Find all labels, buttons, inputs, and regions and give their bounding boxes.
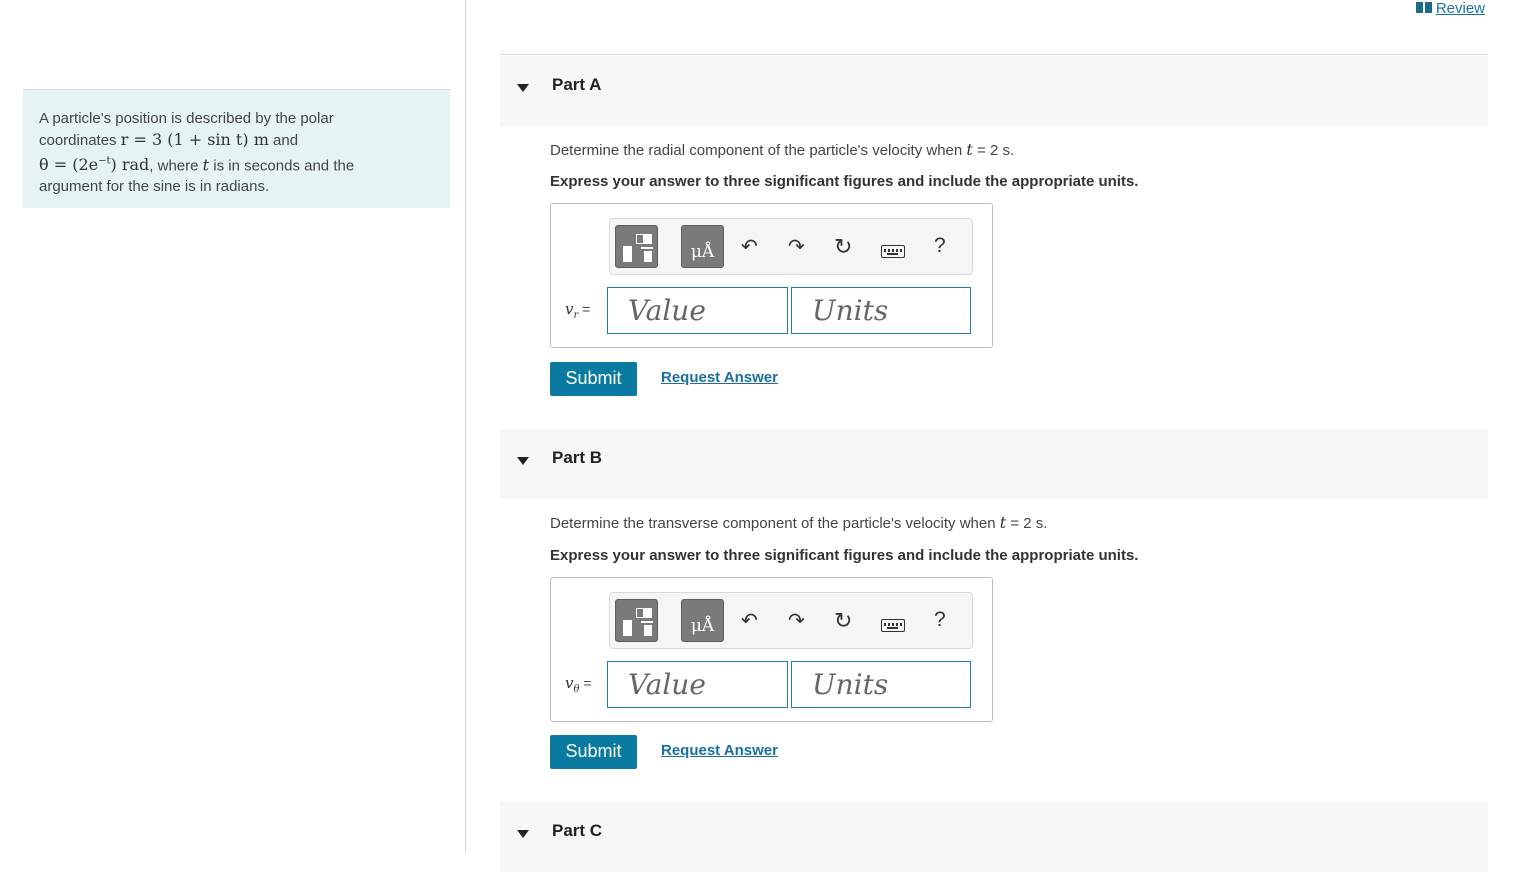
part-a-answer-box: μÅ ↶ ↷ ↻ ? vr = Value Units [550, 203, 993, 348]
column-divider [465, 0, 466, 852]
part-b-submit-button[interactable]: Submit [550, 735, 637, 769]
part-a-variable-label: vr = [565, 300, 591, 321]
part-a-value-input[interactable]: Value [607, 287, 788, 334]
part-c-title: Part C [552, 821, 603, 840]
part-b-header[interactable]: Part B [500, 429, 1488, 499]
units-icon[interactable]: μÅ [681, 599, 724, 642]
problem-line-2-pre: coordinates [39, 132, 121, 149]
help-icon[interactable]: ? [934, 234, 946, 258]
collapse-triangle-icon[interactable] [517, 830, 529, 838]
part-a-title: Part A [552, 75, 602, 94]
collapse-triangle-icon[interactable] [517, 457, 529, 465]
help-icon[interactable]: ? [934, 608, 946, 632]
part-a-submit-button[interactable]: Submit [550, 362, 637, 396]
r-equation: r = 3 (1 + sin t) m [120, 130, 269, 149]
templates-icon[interactable] [615, 599, 658, 642]
part-a-question: Determine the radial component of the pa… [550, 140, 1015, 159]
part-a-instruction: Express your answer to three significant… [550, 173, 1139, 190]
problem-line-1: A particle's position is described by th… [39, 110, 334, 127]
redo-icon[interactable]: ↷ [788, 233, 805, 261]
part-a-request-answer-link[interactable]: Request Answer [661, 369, 778, 386]
reset-icon[interactable]: ↻ [834, 607, 852, 635]
part-b-question: Determine the transverse component of th… [550, 513, 1048, 532]
part-c-header[interactable]: Part C [500, 802, 1488, 872]
part-b-instruction: Express your answer to three significant… [550, 547, 1139, 564]
math-toolbar: μÅ ↶ ↷ ↻ ? [609, 592, 973, 649]
part-a-units-input[interactable]: Units [791, 287, 971, 334]
theta-equation: θ = (2e−t) rad [39, 155, 150, 175]
part-a-header[interactable]: Part A [500, 56, 1488, 126]
review-label: Review [1435, 0, 1485, 17]
problem-statement: A particle's position is described by th… [23, 89, 450, 208]
part-b-answer-box: μÅ ↶ ↷ ↻ ? vθ = Value Units [550, 577, 993, 722]
part-b-value-input[interactable]: Value [607, 661, 788, 708]
math-toolbar: μÅ ↶ ↷ ↻ ? [609, 218, 973, 275]
part-b-variable-label: vθ = [565, 674, 592, 695]
top-separator [500, 54, 1488, 55]
keyboard-icon[interactable] [881, 245, 905, 258]
part-b-title: Part B [552, 448, 603, 467]
book-icon [1415, 2, 1432, 13]
problem-line-3-mid: , where [149, 157, 203, 175]
review-link[interactable]: Review [1415, 0, 1485, 17]
undo-icon[interactable]: ↶ [741, 233, 758, 261]
problem-line-2-post: and [268, 132, 299, 149]
undo-icon[interactable]: ↶ [741, 607, 758, 635]
keyboard-icon[interactable] [881, 619, 905, 632]
part-b-units-input[interactable]: Units [791, 661, 971, 708]
problem-line-3-post: is in seconds and the [209, 157, 355, 175]
collapse-triangle-icon[interactable] [517, 84, 529, 92]
redo-icon[interactable]: ↷ [788, 607, 805, 635]
units-icon[interactable]: μÅ [681, 225, 724, 268]
templates-icon[interactable] [615, 225, 658, 268]
reset-icon[interactable]: ↻ [834, 233, 852, 261]
part-b-request-answer-link[interactable]: Request Answer [661, 742, 778, 759]
problem-line-4: argument for the sine is in radians. [39, 178, 270, 196]
